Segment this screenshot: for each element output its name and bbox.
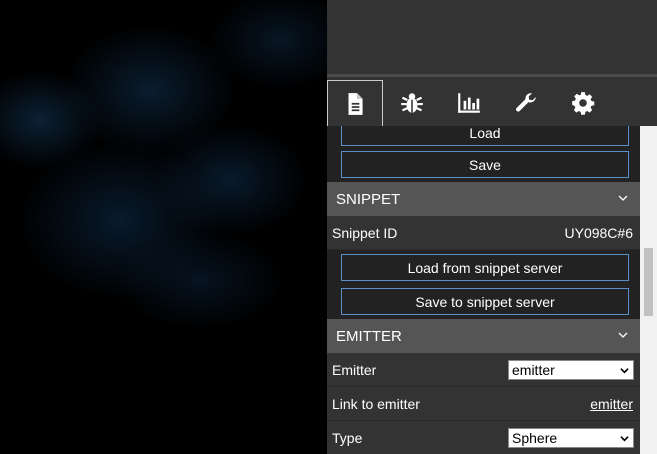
- emitter-select-value: emitter: [512, 361, 555, 378]
- panel-divider: [327, 74, 657, 77]
- emitter-label: Emitter: [332, 361, 377, 378]
- bug-icon: [401, 93, 423, 113]
- type-row: Type Sphere: [327, 421, 640, 454]
- emitter-row: Emitter emitter: [327, 353, 640, 387]
- save-button[interactable]: Save: [341, 151, 629, 178]
- tab-bar: [327, 80, 657, 127]
- gear-icon: [572, 92, 595, 115]
- type-label: Type: [332, 429, 363, 446]
- panel-top-area: [327, 0, 657, 74]
- snippet-id-label: Snippet ID: [332, 224, 398, 241]
- chevron-down-icon: [620, 367, 629, 373]
- chevron-down-icon: [620, 435, 629, 441]
- link-to-emitter-row: Link to emitter emitter: [327, 387, 640, 421]
- document-icon: [348, 93, 363, 115]
- emitter-section-title: EMITTER: [336, 327, 402, 345]
- type-select-value: Sphere: [512, 429, 558, 446]
- emitter-section-header[interactable]: EMITTER: [327, 319, 640, 353]
- link-to-emitter-label: Link to emitter: [332, 395, 420, 412]
- tab-tools[interactable]: [498, 80, 554, 126]
- render-viewport[interactable]: [0, 0, 327, 454]
- chevron-down-icon: [618, 195, 628, 201]
- chevron-down-icon: [618, 332, 628, 338]
- save-to-snippet-button[interactable]: Save to snippet server: [341, 288, 629, 315]
- inspector-panel: Load Save SNIPPET Snippet ID UY098C#6 Lo…: [327, 0, 657, 454]
- tab-statistics[interactable]: [441, 80, 497, 126]
- load-from-snippet-button[interactable]: Load from snippet server: [341, 254, 629, 281]
- emitter-link[interactable]: emitter: [590, 396, 633, 412]
- wrench-icon: [516, 93, 536, 112]
- snippet-id-value: UY098C#6: [564, 224, 634, 241]
- chart-icon: [458, 93, 480, 113]
- snippet-id-row: Snippet ID UY098C#6: [327, 216, 640, 250]
- load-button[interactable]: Load: [341, 126, 629, 146]
- tab-settings[interactable]: [555, 80, 611, 126]
- snippet-section-title: SNIPPET: [336, 190, 401, 208]
- type-select[interactable]: Sphere: [508, 427, 634, 448]
- tab-document[interactable]: [327, 80, 383, 127]
- properties-scroll-area[interactable]: Load Save SNIPPET Snippet ID UY098C#6 Lo…: [327, 126, 640, 454]
- emitter-select[interactable]: emitter: [508, 359, 634, 380]
- snippet-section-header[interactable]: SNIPPET: [327, 182, 640, 216]
- tab-debug[interactable]: [384, 80, 440, 126]
- scrollbar-thumb[interactable]: [644, 248, 653, 316]
- vertical-scrollbar[interactable]: [640, 126, 657, 454]
